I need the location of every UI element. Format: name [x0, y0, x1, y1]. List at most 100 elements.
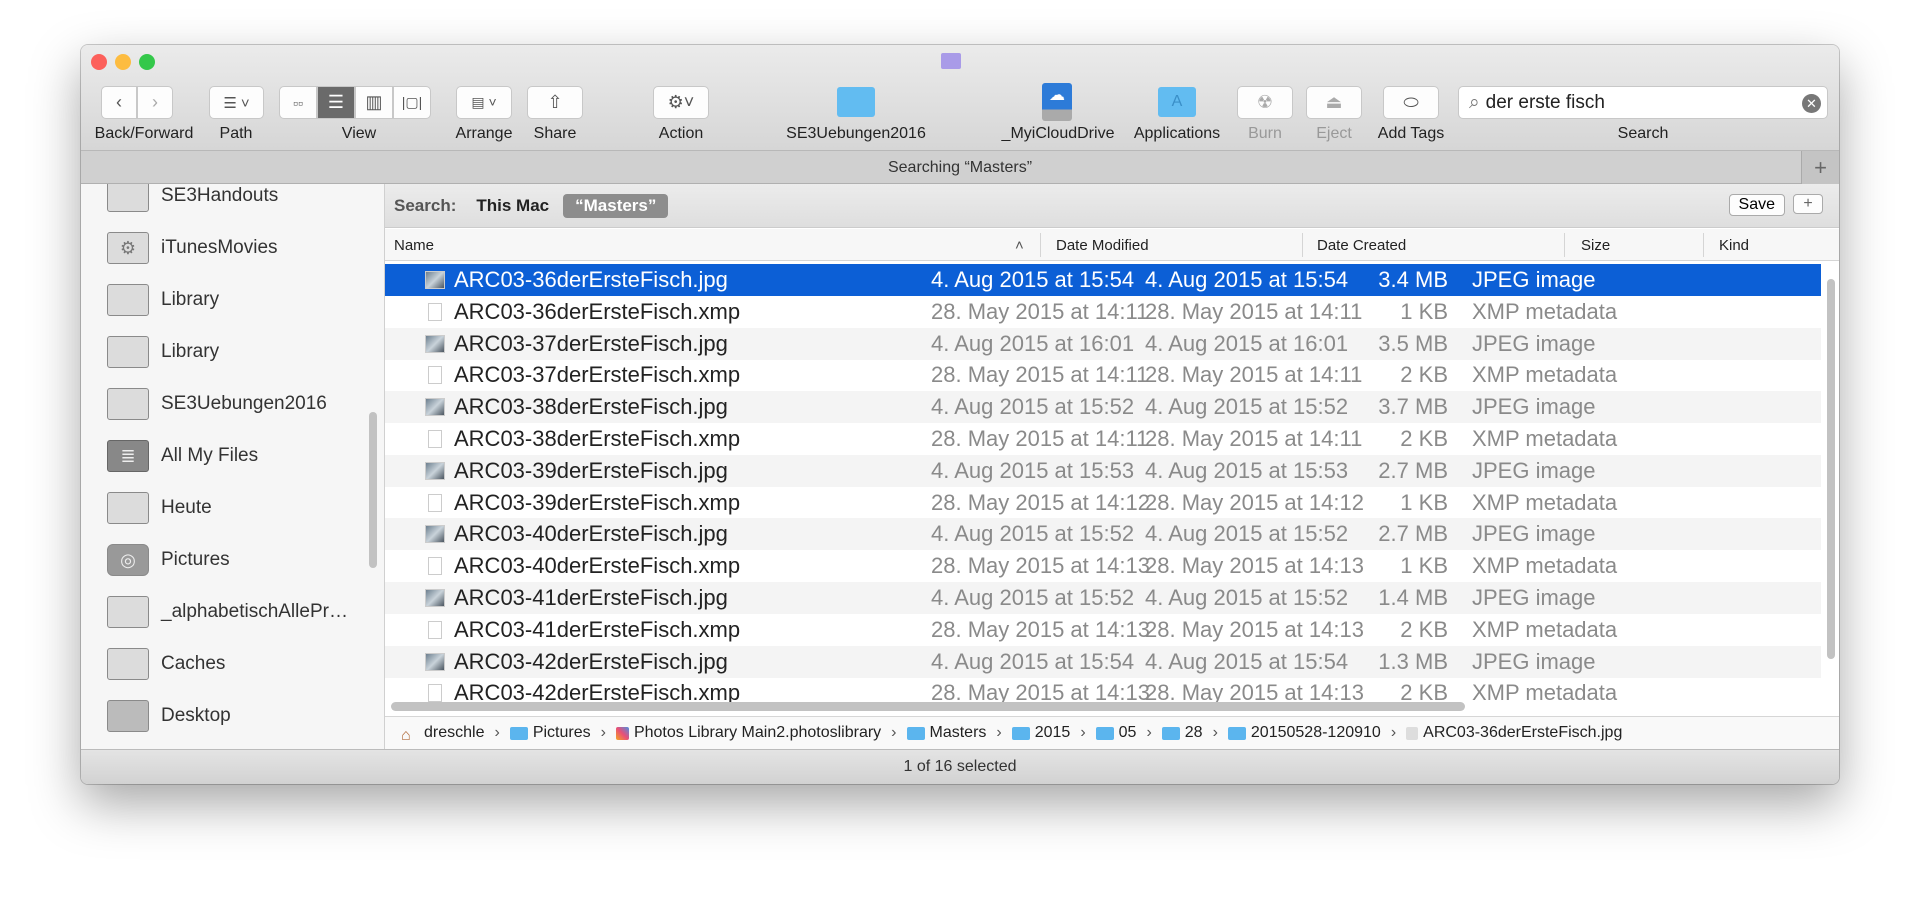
- favorite-icloud-drive[interactable]: _MyiCloudDrive: [1002, 125, 1115, 143]
- search-tab[interactable]: Searching “Masters” +: [81, 151, 1839, 184]
- burn-button[interactable]: ☢: [1237, 86, 1293, 119]
- sidebar-item-alphabetisch[interactable]: _alphabetischAllePr…: [107, 592, 348, 632]
- date-modified: 4. Aug 2015 at 15:52: [931, 521, 1135, 547]
- add-criteria-button[interactable]: +: [1793, 194, 1823, 214]
- back-button[interactable]: ‹: [101, 86, 137, 119]
- tab-title: Searching “Masters”: [887, 159, 1033, 176]
- sidebar-item-caches[interactable]: Caches: [107, 644, 225, 684]
- table-row[interactable]: ARC03-40derErsteFisch.jpg 4. Aug 2015 at…: [385, 518, 1821, 551]
- date-modified: 4. Aug 2015 at 15:54: [931, 648, 1135, 674]
- path-item[interactable]: Pictures: [533, 724, 591, 742]
- column-size[interactable]: Size: [1581, 237, 1610, 254]
- path-item[interactable]: 2015: [1035, 724, 1071, 742]
- search-input[interactable]: der erste fisch: [1486, 92, 1605, 114]
- toolbar: ‹ › Back/Forward ☰ ˅ Path ▫▫ ☰ ▥ |▢| Vie…: [81, 45, 1839, 151]
- sidebar-item-se3handouts[interactable]: SE3Handouts: [107, 184, 278, 216]
- table-row[interactable]: ARC03-36derErsteFisch.xmp 28. May 2015 a…: [385, 296, 1821, 328]
- save-search-button[interactable]: Save: [1728, 194, 1785, 216]
- folder-icon: [107, 648, 149, 680]
- view-label: View: [341, 125, 377, 142]
- minimize-button[interactable]: [115, 54, 131, 70]
- file-kind: XMP metadata: [1472, 298, 1618, 324]
- clear-search-icon[interactable]: ✕: [1802, 94, 1821, 113]
- burn-label: Burn: [1248, 125, 1282, 142]
- sidebar-item-all-my-files[interactable]: ≣ All My Files: [107, 436, 258, 476]
- table-row[interactable]: ARC03-39derErsteFisch.jpg 4. Aug 2015 at…: [385, 454, 1821, 487]
- cover-flow-button[interactable]: |▢|: [393, 86, 431, 119]
- share-button[interactable]: ⇧: [527, 86, 583, 119]
- close-button[interactable]: [91, 54, 107, 70]
- sidebar-item-label: SE3Handouts: [161, 185, 279, 206]
- new-tab-button[interactable]: +: [1801, 151, 1839, 184]
- file-kind: XMP metadata: [1472, 553, 1618, 579]
- date-created: 4. Aug 2015 at 15:54: [1145, 648, 1349, 674]
- sidebar-item-pictures[interactable]: ◎ Pictures: [107, 540, 230, 580]
- icloud-drive-icon[interactable]: ☁: [1042, 83, 1072, 121]
- image-thumbnail-icon: [425, 525, 445, 544]
- sidebar-item-label: Library: [161, 289, 220, 310]
- table-row[interactable]: ARC03-39derErsteFisch.xmp 28. May 2015 a…: [385, 487, 1821, 519]
- icon-view-button[interactable]: ▫▫: [279, 86, 317, 119]
- desktop-icon: [107, 700, 149, 732]
- horizontal-scrollbar[interactable]: [391, 702, 1465, 711]
- applications-folder-icon[interactable]: A: [1158, 87, 1196, 117]
- path-item[interactable]: dreschle: [424, 724, 484, 742]
- sidebar-item-heute[interactable]: Heute: [107, 488, 212, 528]
- table-row[interactable]: ARC03-38derErsteFisch.xmp 28. May 2015 a…: [385, 423, 1821, 455]
- column-date-created[interactable]: Date Created: [1317, 237, 1406, 254]
- sidebar-item-se3uebungen2016[interactable]: SE3Uebungen2016: [107, 384, 327, 424]
- file-size: 3.7 MB: [1378, 394, 1448, 420]
- sidebar-item-library-2[interactable]: Library: [107, 332, 219, 372]
- sidebar-item-itunesmovies[interactable]: ⚙ iTunesMovies: [107, 228, 278, 268]
- table-row[interactable]: ARC03-36derErsteFisch.jpg 4. Aug 2015 at…: [385, 264, 1821, 296]
- column-name[interactable]: Name: [394, 237, 434, 254]
- table-row[interactable]: ARC03-42derErsteFisch.jpg 4. Aug 2015 at…: [385, 645, 1821, 678]
- path-item[interactable]: 20150528-120910: [1251, 724, 1381, 742]
- add-tags-button[interactable]: ⬭: [1383, 86, 1439, 119]
- table-row[interactable]: ARC03-40derErsteFisch.xmp 28. May 2015 a…: [385, 550, 1821, 582]
- file-name: ARC03-36derErsteFisch.jpg: [454, 267, 728, 292]
- sidebar-item-desktop[interactable]: Desktop: [107, 696, 231, 736]
- folder-icon[interactable]: [837, 87, 875, 117]
- path-item[interactable]: 05: [1119, 724, 1137, 742]
- file-size: 2.7 MB: [1378, 457, 1448, 483]
- search-field[interactable]: ⌕ der erste fisch ✕: [1458, 86, 1828, 119]
- arrange-button[interactable]: ▤ ˅: [456, 86, 512, 119]
- favorite-se3uebungen2016[interactable]: SE3Uebungen2016: [786, 125, 926, 143]
- favorite-applications[interactable]: Applications: [1134, 125, 1220, 143]
- table-row[interactable]: ARC03-37derErsteFisch.xmp 28. May 2015 a…: [385, 359, 1821, 391]
- column-date-modified[interactable]: Date Modified: [1056, 237, 1149, 254]
- table-row[interactable]: ARC03-38derErsteFisch.jpg 4. Aug 2015 at…: [385, 391, 1821, 424]
- path-item[interactable]: Photos Library Main2.photoslibrary: [634, 724, 881, 742]
- action-button[interactable]: ⚙˅: [653, 86, 709, 119]
- table-row[interactable]: ARC03-37derErsteFisch.jpg 4. Aug 2015 at…: [385, 327, 1821, 360]
- vertical-scrollbar[interactable]: [1827, 279, 1835, 659]
- forward-button[interactable]: ›: [137, 86, 173, 119]
- column-kind[interactable]: Kind: [1719, 237, 1749, 254]
- sidebar-scrollbar[interactable]: [369, 412, 377, 568]
- date-created: 28. May 2015 at 14:11: [1145, 426, 1363, 451]
- date-created: 4. Aug 2015 at 16:01: [1145, 330, 1349, 356]
- column-view-button[interactable]: ▥: [355, 86, 393, 119]
- scope-this-mac[interactable]: This Mac: [476, 196, 549, 216]
- path-item[interactable]: ARC03-36derErsteFisch.jpg: [1423, 724, 1622, 742]
- list-view-button[interactable]: ☰: [317, 86, 355, 119]
- path-item[interactable]: 28: [1185, 724, 1203, 742]
- path-separator-icon: ›: [600, 724, 606, 741]
- scope-masters[interactable]: “Masters”: [563, 193, 669, 218]
- folder-icon: [107, 492, 149, 524]
- path-button[interactable]: ☰ ˅: [209, 86, 264, 119]
- zoom-button[interactable]: [139, 54, 155, 70]
- path-item[interactable]: Masters: [930, 724, 987, 742]
- image-thumbnail-icon: [425, 271, 445, 289]
- date-modified: 28. May 2015 at 14:12: [931, 489, 1150, 515]
- back-forward-label: Back/Forward: [94, 125, 194, 142]
- image-thumbnail-icon: [425, 461, 445, 480]
- path-separator-icon: ›: [1390, 724, 1397, 741]
- folder-icon: [509, 726, 528, 740]
- table-row[interactable]: ARC03-41derErsteFisch.jpg 4. Aug 2015 at…: [385, 582, 1821, 614]
- sidebar-item-library[interactable]: Library: [107, 280, 219, 320]
- table-row[interactable]: ARC03-41derErsteFisch.xmp 28. May 2015 a…: [385, 614, 1821, 646]
- date-modified: 28. May 2015 at 14:11: [931, 426, 1149, 451]
- eject-button[interactable]: ⏏: [1306, 86, 1362, 119]
